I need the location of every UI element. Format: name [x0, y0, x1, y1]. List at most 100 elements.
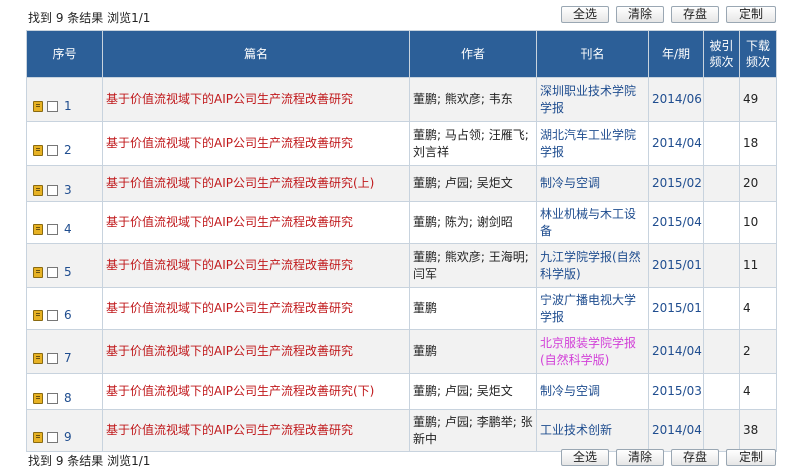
document-icon[interactable] — [33, 393, 43, 404]
row-checkbox[interactable] — [47, 432, 58, 443]
document-icon[interactable] — [33, 224, 43, 235]
row-year: 2015/01 — [648, 243, 704, 288]
document-icon[interactable] — [33, 310, 43, 321]
row-checkbox[interactable] — [47, 224, 58, 235]
select-all-button-bottom[interactable]: 全选 — [561, 449, 609, 466]
result-summary: 找到 9 条结果 浏览1/1 — [28, 11, 151, 25]
col-header-index[interactable]: 序号 — [26, 30, 103, 78]
article-title-link[interactable]: 基于价值流视域下的AIP公司生产流程改善研究(上) — [106, 176, 374, 190]
row-title-cell: 基于价值流视域下的AIP公司生产流程改善研究 — [102, 201, 410, 244]
row-checkbox[interactable] — [47, 393, 58, 404]
journal-link[interactable]: 九江学院学报(自然科学版) — [540, 250, 641, 281]
row-cited — [703, 373, 740, 410]
document-icon[interactable] — [33, 101, 43, 112]
row-checkbox[interactable] — [47, 353, 58, 364]
row-downloads: 2 — [739, 329, 777, 374]
row-authors: 董鹏; 马占领; 汪雁飞; 刘言祥 — [409, 121, 537, 166]
col-header-year[interactable]: 年/期 — [648, 30, 704, 78]
journal-link[interactable]: 北京服装学院学报(自然科学版) — [540, 336, 636, 367]
row-journal-cell: 制冷与空调 — [536, 165, 649, 202]
journal-link[interactable]: 宁波广播电视大学学报 — [540, 293, 636, 324]
table-header-row: 序号 篇名 作者 刊名 年/期 被引 频次 下载 频次 — [26, 30, 777, 78]
journal-link[interactable]: 制冷与空调 — [540, 384, 600, 398]
col-header-cited[interactable]: 被引 频次 — [703, 30, 740, 78]
col-header-downloads[interactable]: 下载 频次 — [739, 30, 777, 78]
col-header-author[interactable]: 作者 — [409, 30, 537, 78]
row-checkbox[interactable] — [47, 101, 58, 112]
journal-link[interactable]: 制冷与空调 — [540, 176, 600, 190]
row-downloads: 4 — [739, 373, 777, 410]
row-index-cell: 2 — [26, 121, 103, 166]
custom-button[interactable]: 定制 — [726, 6, 776, 23]
row-checkbox[interactable] — [47, 267, 58, 278]
article-title-link[interactable]: 基于价值流视域下的AIP公司生产流程改善研究 — [106, 423, 353, 437]
article-title-link[interactable]: 基于价值流视域下的AIP公司生产流程改善研究 — [106, 215, 353, 229]
row-cited — [703, 121, 740, 166]
row-number: 9 — [64, 430, 72, 444]
row-checkbox[interactable] — [47, 310, 58, 321]
document-icon[interactable] — [33, 267, 43, 278]
clear-button-bottom[interactable]: 清除 — [616, 449, 664, 466]
col-header-journal[interactable]: 刊名 — [536, 30, 649, 78]
article-title-link[interactable]: 基于价值流视域下的AIP公司生产流程改善研究 — [106, 92, 353, 106]
row-title-cell: 基于价值流视域下的AIP公司生产流程改善研究(下) — [102, 373, 410, 410]
row-journal-cell: 深圳职业技术学院学报 — [536, 77, 649, 122]
article-title-link[interactable]: 基于价值流视域下的AIP公司生产流程改善研究 — [106, 258, 353, 272]
row-title-cell: 基于价值流视域下的AIP公司生产流程改善研究 — [102, 287, 410, 330]
row-year: 2015/03 — [648, 373, 704, 410]
table-row: 5 基于价值流视域下的AIP公司生产流程改善研究 董鹏; 熊欢彦; 王海明; 闫军九… — [26, 243, 777, 288]
table-row: 2 基于价值流视域下的AIP公司生产流程改善研究 董鹏; 马占领; 汪雁飞; 刘言祥… — [26, 121, 777, 166]
row-cited — [703, 287, 740, 330]
row-checkbox[interactable] — [47, 185, 58, 196]
document-icon[interactable] — [33, 432, 43, 443]
article-title-link[interactable]: 基于价值流视域下的AIP公司生产流程改善研究(下) — [106, 384, 374, 398]
row-index-cell: 1 — [26, 77, 103, 122]
row-index-cell: 6 — [26, 287, 103, 330]
clear-button[interactable]: 清除 — [616, 6, 664, 23]
save-button[interactable]: 存盘 — [671, 6, 719, 23]
document-icon[interactable] — [33, 353, 43, 364]
row-number: 4 — [64, 222, 72, 236]
row-number: 1 — [64, 99, 72, 113]
custom-button-bottom[interactable]: 定制 — [726, 449, 776, 466]
row-downloads: 38 — [739, 409, 777, 452]
row-authors: 董鹏 — [409, 329, 537, 374]
row-index-cell: 5 — [26, 243, 103, 288]
table-row: 7 基于价值流视域下的AIP公司生产流程改善研究 董鹏 北京服装学院学报(自然科学版)… — [26, 329, 777, 374]
article-title-link[interactable]: 基于价值流视域下的AIP公司生产流程改善研究 — [106, 301, 353, 315]
row-year: 2014/06 — [648, 77, 704, 122]
row-journal-cell: 北京服装学院学报(自然科学版) — [536, 329, 649, 374]
row-downloads: 20 — [739, 165, 777, 202]
top-toolbar: 找到 9 条结果 浏览1/1 全选 清除 存盘 定制 — [26, 4, 776, 28]
journal-link[interactable]: 湖北汽车工业学院学报 — [540, 128, 636, 159]
row-index-cell: 8 — [26, 373, 103, 410]
results-table: 序号 篇名 作者 刊名 年/期 被引 频次 下载 频次 1 基于价值流视域下的AI… — [26, 30, 777, 452]
journal-link[interactable]: 林业机械与木工设备 — [540, 207, 636, 238]
row-number: 2 — [64, 143, 72, 157]
article-title-link[interactable]: 基于价值流视域下的AIP公司生产流程改善研究 — [106, 344, 353, 358]
row-year: 2015/02 — [648, 165, 704, 202]
row-downloads: 10 — [739, 201, 777, 244]
action-buttons-bottom: 全选 清除 存盘 定制 — [561, 449, 776, 466]
document-icon[interactable] — [33, 145, 43, 156]
row-cited — [703, 329, 740, 374]
article-title-link[interactable]: 基于价值流视域下的AIP公司生产流程改善研究 — [106, 136, 353, 150]
row-index-cell: 9 — [26, 409, 103, 452]
select-all-button[interactable]: 全选 — [561, 6, 609, 23]
journal-link[interactable]: 工业技术创新 — [540, 423, 612, 437]
document-icon[interactable] — [33, 185, 43, 196]
journal-link[interactable]: 深圳职业技术学院学报 — [540, 84, 636, 115]
row-downloads: 18 — [739, 121, 777, 166]
row-number: 7 — [64, 351, 72, 365]
save-button-bottom[interactable]: 存盘 — [671, 449, 719, 466]
row-index-cell: 3 — [26, 165, 103, 202]
row-checkbox[interactable] — [47, 145, 58, 156]
row-index-cell: 4 — [26, 201, 103, 244]
row-number: 3 — [64, 183, 72, 197]
row-authors: 董鹏; 熊欢彦; 王海明; 闫军 — [409, 243, 537, 288]
row-year: 2014/04 — [648, 329, 704, 374]
col-header-title[interactable]: 篇名 — [102, 30, 410, 78]
row-year: 2015/01 — [648, 287, 704, 330]
row-number: 8 — [64, 391, 72, 405]
row-cited — [703, 165, 740, 202]
